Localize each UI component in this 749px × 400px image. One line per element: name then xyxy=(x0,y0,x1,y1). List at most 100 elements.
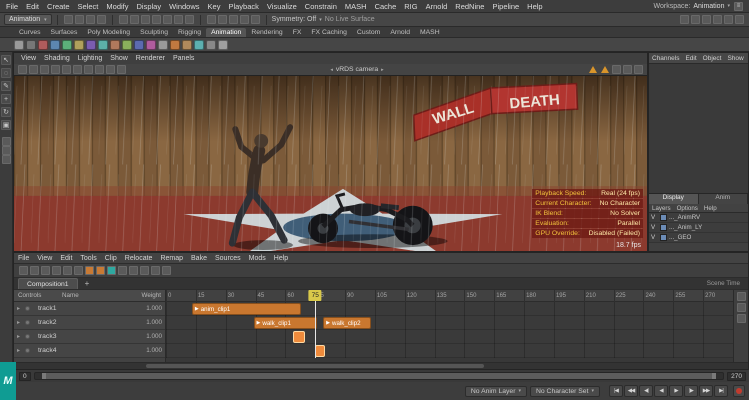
shelf-icon-16[interactable] xyxy=(206,40,216,50)
toolbar-icon[interactable] xyxy=(218,15,227,24)
scrollbar-thumb[interactable] xyxy=(146,364,484,368)
track-state-dot[interactable] xyxy=(25,334,30,339)
shelf-icon-0[interactable] xyxy=(14,40,24,50)
workspace-menu-icon[interactable]: ≡ xyxy=(734,2,743,11)
toolbar-icon[interactable] xyxy=(737,303,746,312)
menu-cache[interactable]: Cache xyxy=(371,2,401,11)
menu-create[interactable]: Create xyxy=(43,2,74,11)
track-state-dot[interactable] xyxy=(25,306,30,311)
viewport-scene[interactable]: WALL DEATH xyxy=(14,76,647,251)
current-frame-indicator[interactable]: 75 xyxy=(309,290,322,301)
layer-editor-tab-anim[interactable]: Anim xyxy=(699,194,749,204)
shelf-icon-17[interactable] xyxy=(218,40,228,50)
clip-walk-clip2[interactable]: ▶walk_clip2 xyxy=(323,317,371,329)
te-zoom-fit-icon[interactable] xyxy=(151,266,160,275)
auto-keyframe-toggle[interactable] xyxy=(733,385,745,397)
channel-box-body[interactable] xyxy=(649,64,748,193)
menu-visualize[interactable]: Visualize xyxy=(263,2,301,11)
toolbar-icon[interactable] xyxy=(163,15,172,24)
toolbar-icon[interactable] xyxy=(152,15,161,24)
te-split-clip-icon[interactable] xyxy=(52,266,61,275)
toolbar-icon[interactable] xyxy=(240,15,249,24)
range-start-field[interactable]: 0 xyxy=(19,372,31,381)
toolbar-icon[interactable] xyxy=(117,65,126,74)
toolbar-icon[interactable] xyxy=(229,15,238,24)
track-state-dot[interactable] xyxy=(25,348,30,353)
symmetry-dropdown[interactable]: Symmetry: Off xyxy=(272,16,317,23)
shelf-icon-14[interactable] xyxy=(182,40,192,50)
toolbar-icon[interactable] xyxy=(185,15,194,24)
viewport-camera-selector[interactable]: ◂ vRDS camera ▸ xyxy=(330,66,383,73)
te-settings-icon[interactable] xyxy=(162,266,171,275)
menu-arnold[interactable]: Arnold xyxy=(422,2,452,11)
toolbar-icon[interactable] xyxy=(2,137,11,146)
shelf-tab-custom[interactable]: Custom xyxy=(352,28,385,37)
toolbar-icon[interactable] xyxy=(84,65,93,74)
shelf-icon-2[interactable] xyxy=(38,40,48,50)
te-solo-track-icon[interactable] xyxy=(118,266,127,275)
clip-walk-clip1[interactable]: ▶walk_clip1 xyxy=(254,317,318,329)
channel-box-menu-channels[interactable]: Channels xyxy=(649,55,682,62)
shelf-icon-3[interactable] xyxy=(50,40,60,50)
toolbar-icon[interactable] xyxy=(86,15,95,24)
layer-visibility-toggle[interactable]: V xyxy=(651,224,658,231)
toolbar-icon[interactable] xyxy=(18,65,27,74)
expand-caret-icon[interactable]: ▸ xyxy=(17,347,23,354)
toolbar-icon[interactable] xyxy=(51,65,60,74)
expand-caret-icon[interactable]: ▸ xyxy=(17,333,23,340)
layer-editor-menu-layers[interactable]: Layers xyxy=(649,205,674,212)
te-add-track-icon[interactable] xyxy=(30,266,39,275)
menu-key[interactable]: Key xyxy=(204,2,225,11)
clip-anim-clip1[interactable]: ▶anim_clip1 xyxy=(192,303,301,315)
toolbar-icon[interactable] xyxy=(40,65,49,74)
layer-visibility-toggle[interactable]: V xyxy=(651,234,658,241)
toolbar-icon[interactable] xyxy=(623,65,632,74)
timeline-area[interactable]: 0153045607590105120135150165180195210225… xyxy=(166,290,733,362)
shelf-tab-fx[interactable]: FX xyxy=(288,28,307,37)
toolbar-icon[interactable] xyxy=(64,15,73,24)
track-row-track3[interactable]: ▸track31.000 xyxy=(14,330,165,344)
shelf-tab-rigging[interactable]: Rigging xyxy=(173,28,206,37)
time-editor-menu-clip[interactable]: Clip xyxy=(101,255,121,262)
shelf-icon-6[interactable] xyxy=(86,40,96,50)
viewport-menu-panels[interactable]: Panels xyxy=(169,55,198,62)
shelf-tab-mash[interactable]: MASH xyxy=(415,28,445,37)
te-snap-icon[interactable] xyxy=(129,266,138,275)
toolbar-icon[interactable] xyxy=(141,15,150,24)
shelf-icon-9[interactable] xyxy=(122,40,132,50)
track-weight-field[interactable]: 1.000 xyxy=(132,333,162,340)
channel-box-menu-show[interactable]: Show xyxy=(724,55,746,62)
viewport-menu-lighting[interactable]: Lighting xyxy=(74,55,107,62)
workspace-value[interactable]: Animation xyxy=(693,3,724,10)
track-lane[interactable] xyxy=(166,316,733,330)
shelf-tab-surfaces[interactable]: Surfaces xyxy=(46,28,83,37)
timeline-horizontal-scrollbar[interactable] xyxy=(14,362,748,369)
toolbar-icon[interactable] xyxy=(737,314,746,323)
timeline-ruler[interactable]: 0153045607590105120135150165180195210225… xyxy=(166,290,733,302)
menu-windows[interactable]: Windows xyxy=(165,2,203,11)
character-set-dropdown[interactable]: No Character Set ▾ xyxy=(530,386,600,397)
shelf-icon-11[interactable] xyxy=(146,40,156,50)
go-to-end-button[interactable]: ▶| xyxy=(714,385,728,397)
toolbar-icon[interactable] xyxy=(680,15,689,24)
select-tool[interactable]: ↖ xyxy=(1,55,11,65)
move-tool[interactable]: + xyxy=(1,94,11,104)
viewport-menu-renderer[interactable]: Renderer xyxy=(132,55,169,62)
track-weight-field[interactable]: 1.000 xyxy=(132,347,162,354)
menu-display[interactable]: Display xyxy=(133,2,166,11)
shelf-icon-1[interactable] xyxy=(26,40,36,50)
play-backwards-button[interactable]: ◀ xyxy=(654,385,668,397)
composition-tab[interactable]: Composition1 xyxy=(18,278,78,289)
range-slider-active[interactable] xyxy=(42,373,717,379)
menu-pipeline[interactable]: Pipeline xyxy=(488,2,523,11)
toolbar-icon[interactable] xyxy=(207,15,216,24)
menu-modify[interactable]: Modify xyxy=(102,2,132,11)
te-loop-clip-icon[interactable] xyxy=(74,266,83,275)
toolbar-icon[interactable] xyxy=(75,15,84,24)
workspace-selector[interactable]: Workspace: Animation ▾ ≡ xyxy=(654,2,748,11)
time-editor-menu-sources[interactable]: Sources xyxy=(211,255,245,262)
shelf-tab-rendering[interactable]: Rendering xyxy=(246,28,287,37)
viewport-menu-show[interactable]: Show xyxy=(106,55,132,62)
shelf-icon-15[interactable] xyxy=(194,40,204,50)
track-weight-field[interactable]: 1.000 xyxy=(132,319,162,326)
